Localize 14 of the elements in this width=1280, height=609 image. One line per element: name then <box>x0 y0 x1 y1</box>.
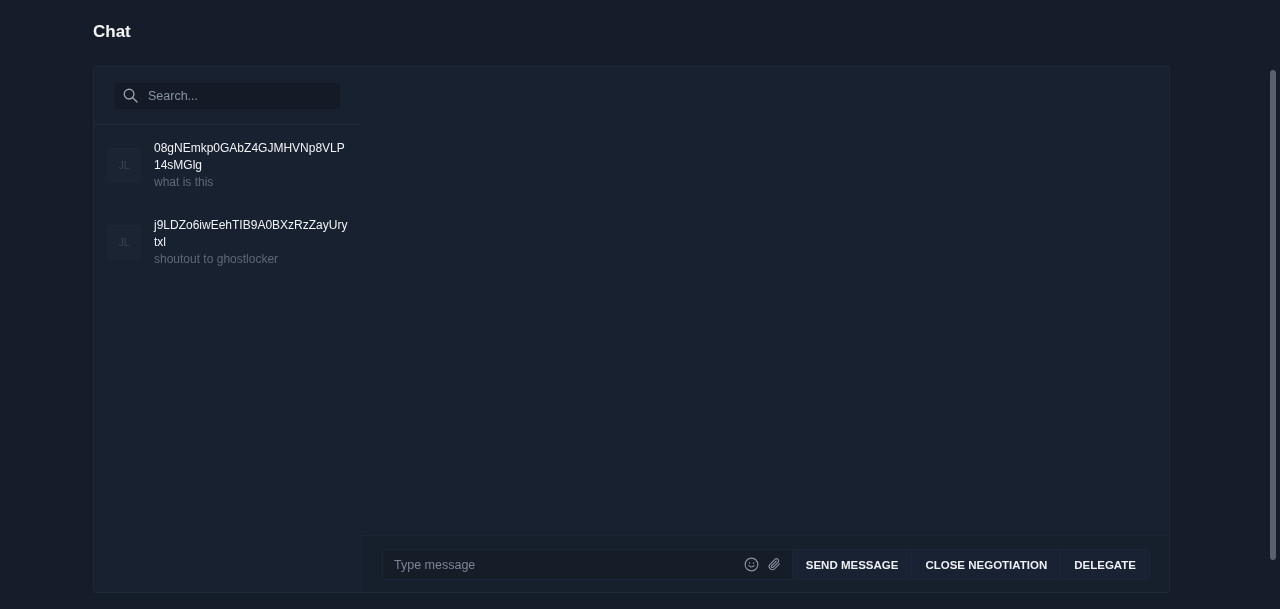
action-button[interactable]: DELEGATE <box>1061 549 1150 580</box>
page-title: Chat <box>93 21 131 43</box>
action-button[interactable]: CLOSE NEGOTIATION <box>912 549 1062 580</box>
search-field[interactable]: Search... <box>114 82 341 110</box>
scrollbar-thumb[interactable] <box>1270 70 1276 560</box>
search-icon <box>123 88 138 103</box>
message-preview: shoutout to ghostlocker <box>154 250 279 268</box>
message-input[interactable]: Type message <box>382 549 793 580</box>
emoji-icon[interactable] <box>743 557 759 572</box>
conversation-name: 08gNEmkp0GAbZ4GJMHVNp8VLP14sMGlg <box>154 139 346 174</box>
action-button[interactable]: SEND MESSAGE <box>792 549 913 580</box>
conversation-name: j9LDZo6iwEehTIB9A0BXzRzZayUrytxl <box>154 216 348 251</box>
paperclip-icon[interactable] <box>766 557 782 572</box>
message-preview: what is this <box>154 173 214 191</box>
